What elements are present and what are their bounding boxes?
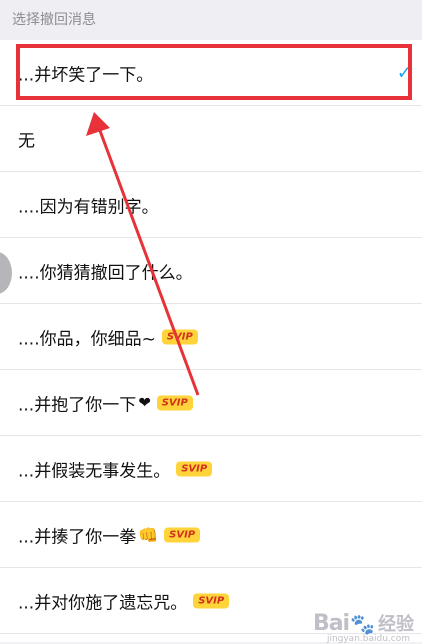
svip-badge: SVIP xyxy=(193,593,230,608)
svip-badge: SVIP xyxy=(164,527,201,542)
svip-badge: SVIP xyxy=(156,395,193,410)
option-label: ....你品，你细品~ SVIP xyxy=(18,324,198,349)
option-label: ...并对你施了遗忘咒。 SVIP xyxy=(18,588,230,613)
option-row-3[interactable]: ....因为有错别字。 xyxy=(0,172,422,238)
option-label: 无 xyxy=(18,131,35,151)
option-label: ...并抱了你一下 ❤ SVIP xyxy=(18,390,193,415)
svip-badge: SVIP xyxy=(176,461,213,476)
option-label: ...并假装无事发生。 SVIP xyxy=(18,456,213,481)
option-label: ...并坏笑了一下。 xyxy=(18,65,154,85)
watermark-text: 经验 xyxy=(378,614,414,635)
heart-icon: ❤ xyxy=(138,393,151,412)
header-title: 选择撤回消息 xyxy=(12,12,96,28)
fist-icon: 👊 xyxy=(138,525,159,544)
paw-icon: 🐾 xyxy=(350,612,375,636)
watermark: Bai 🐾 经验 xyxy=(313,610,414,636)
option-row-6[interactable]: ...并抱了你一下 ❤ SVIP xyxy=(0,370,422,436)
option-label: ....你猜猜撤回了什么。 xyxy=(18,263,193,283)
option-row-5[interactable]: ....你品，你细品~ SVIP xyxy=(0,304,422,370)
option-row-2[interactable]: 无 xyxy=(0,106,422,172)
recall-options-list: ...并坏笑了一下。 ✓ 无 ....因为有错别字。 ....你猜猜撤回了什么。… xyxy=(0,40,422,642)
watermark-url: jingyan.baidu.com xyxy=(326,634,410,644)
option-label: ...并揍了你一拳 👊 SVIP xyxy=(18,522,201,547)
option-row-4[interactable]: ....你猜猜撤回了什么。 xyxy=(0,238,422,304)
checkmark-icon: ✓ xyxy=(396,62,412,83)
option-label: ....因为有错别字。 xyxy=(18,197,159,217)
option-row-1[interactable]: ...并坏笑了一下。 ✓ xyxy=(0,40,422,106)
option-row-8[interactable]: ...并揍了你一拳 👊 SVIP xyxy=(0,502,422,568)
option-row-7[interactable]: ...并假装无事发生。 SVIP xyxy=(0,436,422,502)
watermark-logo: Bai xyxy=(312,611,350,636)
header: 选择撤回消息 xyxy=(0,0,422,40)
svip-badge: SVIP xyxy=(161,329,198,344)
